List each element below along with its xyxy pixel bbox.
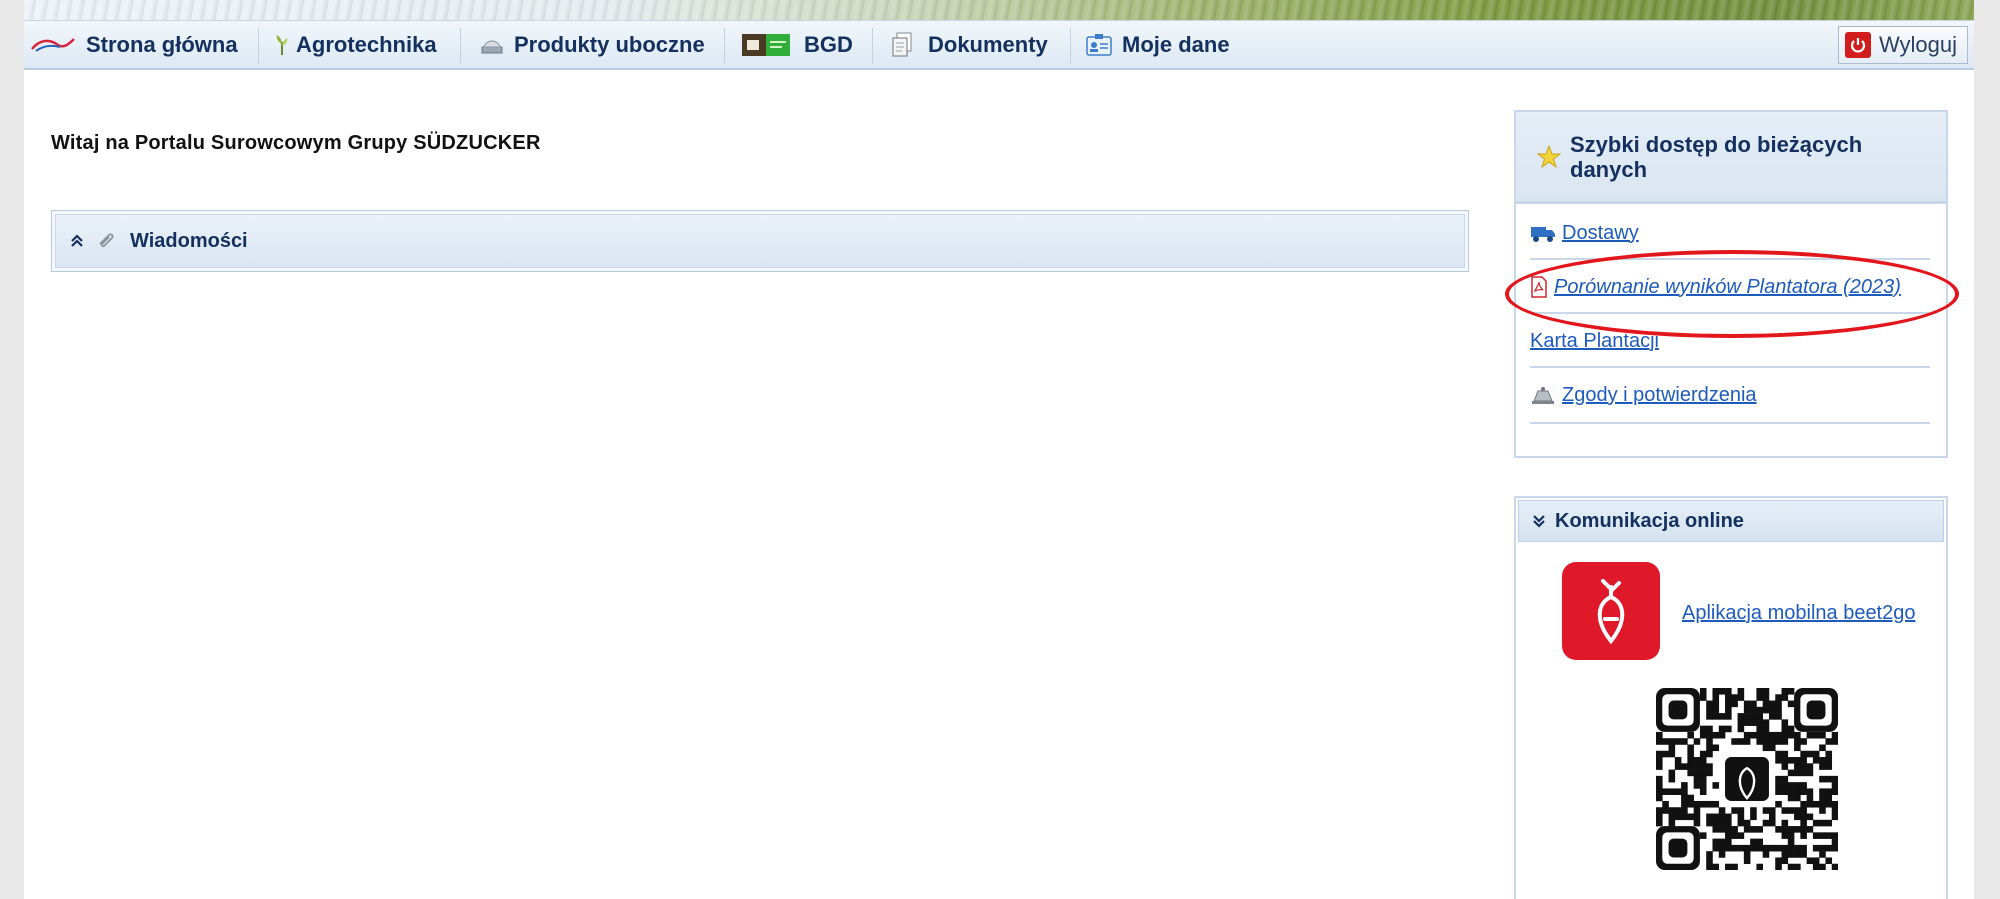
header-banner-image [24,0,1974,20]
quick-link-row: Porównanie wyników Plantatora (2023) [1530,262,1930,314]
nav-label-dokumenty: Dokumenty [928,32,1048,57]
id-card-icon [1086,34,1112,56]
logout-button[interactable]: Wyloguj [1837,26,1968,64]
nav-item-produkty-uboczne[interactable]: Produkty uboczne [480,21,705,69]
messages-panel: Wiadomości [51,210,1469,272]
quick-link-row: Karta Plantacji [1530,316,1930,368]
dostawy-link[interactable]: Dostawy [1562,222,1639,245]
sudzucker-logo-icon [31,38,75,52]
nav-divider [460,28,461,64]
porownanie-wynikow-link[interactable]: Porównanie wyników Plantatora (2023) [1554,276,1901,299]
collapse-chevron-up-icon[interactable] [70,234,84,248]
welcome-heading: Witaj na Portalu Surowcowym Grupy SÜDZUC… [51,132,541,154]
communication-panel-title: Komunikacja online [1555,509,1744,532]
pulp-heap-icon [481,40,503,54]
quick-access-title: Szybki dostęp do bieżących danych [1570,131,1863,182]
beet2go-app-link[interactable]: Aplikacja mobilna beet2go [1682,602,1916,625]
nav-divider [258,28,259,64]
quick-access-panel: Szybki dostęp do bieżących danych Dostaw… [1514,110,1948,458]
karta-plantacji-link[interactable]: Karta Plantacji [1530,330,1659,353]
nav-divider [872,28,873,64]
documents-icon [892,32,912,57]
zgody-link[interactable]: Zgody i potwierdzenia [1562,384,1757,407]
logout-label: Wyloguj [1878,32,1957,57]
quick-link-row: Dostawy [1530,208,1930,260]
nav-label-agrotechnika: Agrotechnika [296,32,437,57]
messages-panel-title: Wiadomości [130,229,248,252]
consent-bell-icon [1532,387,1554,404]
nav-label-home: Strona główna [86,32,238,57]
delivery-truck-icon [1531,227,1555,242]
nav-label-bgd: BGD [804,32,853,57]
nav-item-dokumenty[interactable]: Dokumenty [890,21,1048,69]
communication-panel: Komunikacja online Aplikacja mobilna bee… [1514,496,1948,899]
communication-panel-header[interactable]: Komunikacja online [1518,500,1944,542]
bgd-logo-icon [742,34,790,56]
nav-label-produkty-uboczne: Produkty uboczne [514,32,705,57]
nav-label-moje-dane: Moje dane [1122,32,1230,57]
nav-item-agrotechnika[interactable]: Agrotechnika [274,21,437,69]
nav-divider [724,28,725,64]
page: Strona główna Agrotechnika Produkty uboc… [24,0,1974,899]
nav-item-moje-dane[interactable]: Moje dane [1086,21,1230,69]
main-navigation: Strona główna Agrotechnika Produkty uboc… [24,20,1974,70]
quick-link-row: Zgody i potwierdzenia [1530,368,1930,424]
star-icon [1536,144,1562,168]
power-icon [1844,32,1871,58]
paperclip-icon [99,233,114,248]
qr-code-image[interactable] [1656,688,1839,871]
sprout-icon [276,35,288,55]
nav-divider [1070,28,1071,64]
pdf-document-icon [1531,276,1547,298]
beet2go-app-icon[interactable] [1562,562,1660,660]
nav-item-home[interactable]: Strona główna [30,21,238,69]
expand-chevron-down-icon[interactable] [1533,514,1545,528]
messages-panel-header[interactable]: Wiadomości [55,214,1465,268]
quick-access-header: Szybki dostęp do bieżących danych [1516,112,1946,204]
nav-item-bgd[interactable]: BGD [742,21,853,69]
